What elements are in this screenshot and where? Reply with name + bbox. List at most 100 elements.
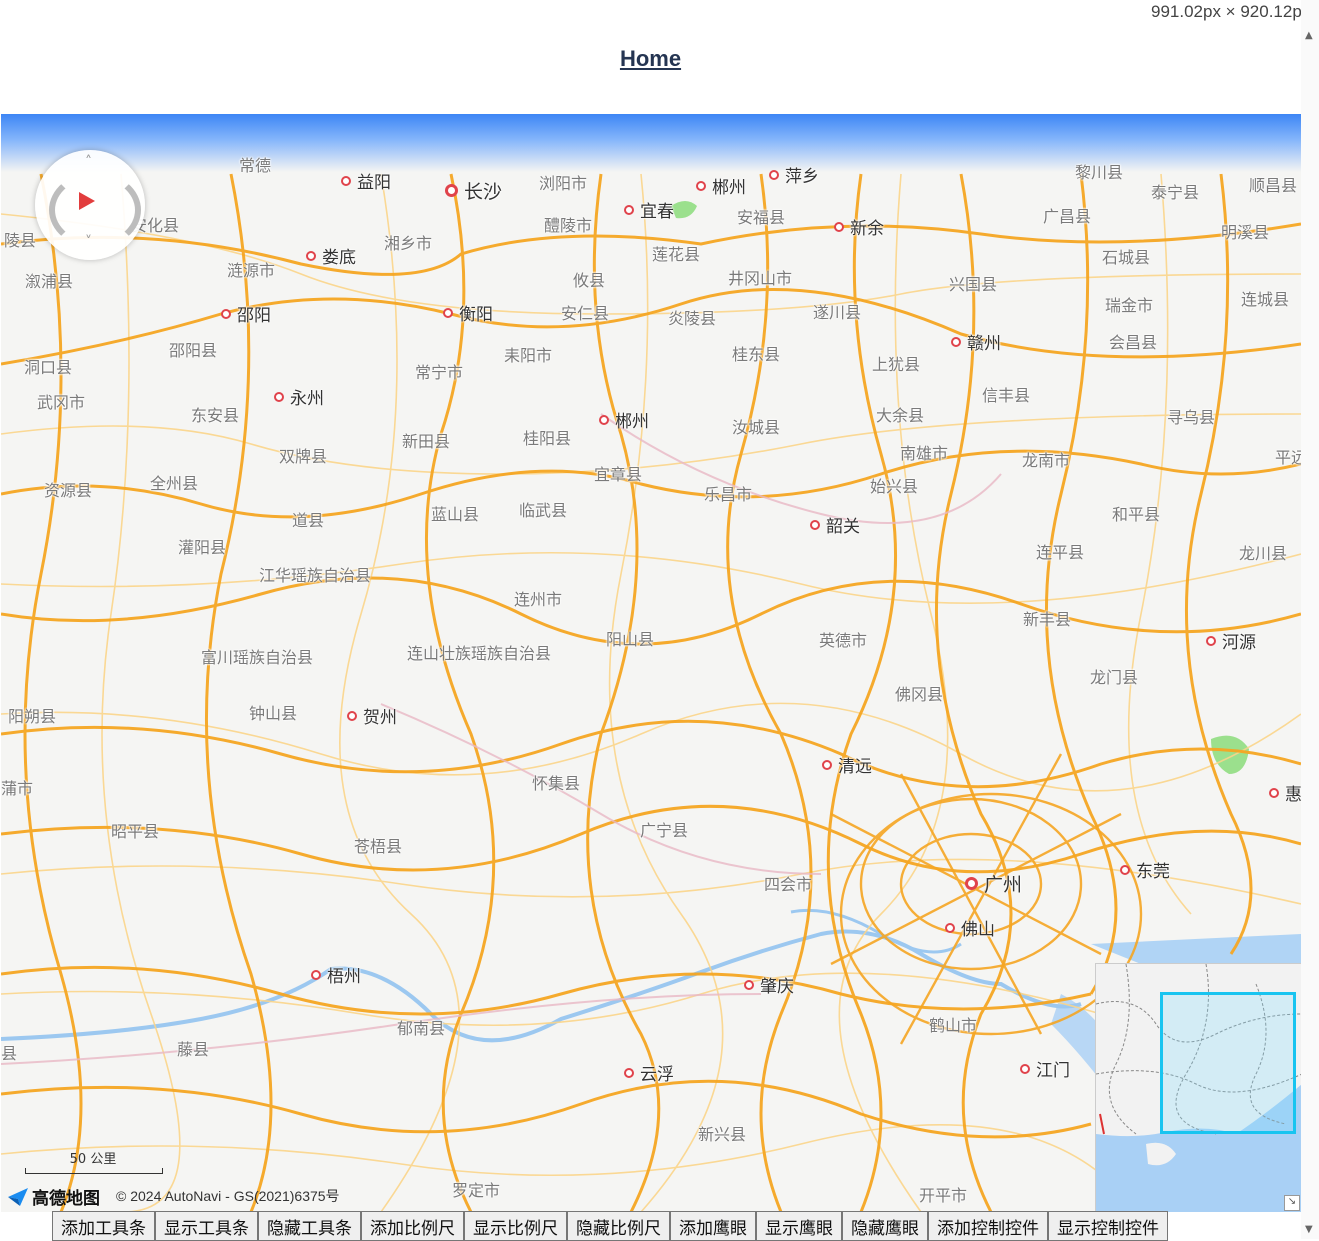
map-copyright: © 2024 AutoNavi - GS(2021)6375号	[116, 1188, 340, 1204]
add-scale-button[interactable]: 添加比例尺	[361, 1211, 464, 1241]
place-label: 明溪县	[1221, 223, 1270, 242]
place-label-city: 邵阳	[221, 301, 271, 326]
rotate-ring[interactable]	[49, 172, 141, 248]
add-toolbar-button[interactable]: 添加工具条	[52, 1211, 155, 1241]
place-label: 石城县	[1102, 248, 1151, 267]
place-label: 大余县	[876, 406, 925, 425]
city-dot-icon	[624, 205, 634, 215]
capital-dot-icon	[445, 184, 458, 197]
place-label: 新丰县	[1023, 610, 1072, 629]
overview-toggle-icon[interactable]: ↘	[1284, 1195, 1300, 1211]
place-label: 陵县	[4, 231, 37, 250]
place-label: 武冈市	[37, 393, 86, 412]
place-label: 溆浦县	[25, 272, 74, 291]
place-label: 醴陵市	[544, 216, 593, 235]
city-dot-icon	[341, 176, 351, 186]
dimension-badge: 991.02px × 920.12px	[1151, 2, 1311, 21]
place-label-city: 云浮	[624, 1060, 674, 1085]
place-label: 耒阳市	[504, 346, 553, 365]
place-label: 井冈山市	[728, 269, 793, 288]
city-dot-icon	[311, 970, 321, 980]
place-label: 苍梧县	[354, 837, 403, 856]
vertical-scrollbar[interactable]: ▲ ▼	[1301, 0, 1319, 1239]
scroll-down-icon[interactable]: ▼	[1305, 1224, 1313, 1235]
place-label: 罗定市	[452, 1181, 501, 1200]
hide-toolbar-button[interactable]: 隐藏工具条	[258, 1211, 361, 1241]
place-label: 泰宁县	[1151, 183, 1200, 202]
place-label: 江华瑶族自治县	[259, 566, 372, 585]
place-label-capital: 广州	[965, 870, 1022, 897]
place-label: 昭平县	[111, 822, 160, 841]
place-label: 郁南县	[397, 1019, 446, 1038]
place-label: 常德	[239, 156, 272, 175]
scale-bar: 50 公里	[23, 1148, 163, 1176]
place-label: 灌阳县	[178, 538, 227, 557]
place-label: 广宁县	[640, 821, 689, 840]
place-label: 攸县	[573, 271, 606, 290]
show-control-button[interactable]: 显示控制控件	[1048, 1211, 1168, 1241]
place-label-city: 新余	[834, 214, 884, 239]
place-label: 兴国县	[949, 275, 998, 294]
place-label: 桂阳县	[523, 429, 572, 448]
place-label: 寻乌县	[1167, 408, 1216, 427]
place-label: 平远	[1275, 448, 1301, 467]
show-scale-button[interactable]: 显示比例尺	[464, 1211, 567, 1241]
place-label: 全州县	[150, 474, 199, 493]
place-label: 安福县	[737, 208, 786, 227]
map-container[interactable]: 常德 益阳 长沙 浏阳市 郴州 萍乡 黎川县 泰宁县 顺昌县 宜春 醴陵市 安福…	[1, 114, 1301, 1212]
overview-map[interactable]: ↘	[1095, 963, 1301, 1212]
place-label: 遂川县	[813, 303, 862, 322]
place-label-city: 江门	[1020, 1056, 1070, 1081]
show-toolbar-button[interactable]: 显示工具条	[155, 1211, 258, 1241]
place-label: 安仁县	[561, 304, 610, 323]
scroll-up-icon[interactable]: ▲	[1305, 30, 1313, 41]
add-overview-button[interactable]: 添加鹰眼	[670, 1211, 756, 1241]
chevron-down-icon[interactable]: ˅	[85, 234, 92, 250]
place-label-city: 赣州	[951, 329, 1001, 354]
place-label: 炎陵县	[668, 309, 717, 328]
place-label: 连平县	[1036, 543, 1085, 562]
place-label-city: 永州	[274, 384, 324, 409]
place-label: 上犹县	[872, 355, 921, 374]
place-label: 县	[1, 1044, 18, 1063]
place-label-city: 佛山	[945, 915, 995, 940]
place-label: 宜章县	[594, 465, 643, 484]
place-label: 黎川县	[1075, 163, 1124, 182]
place-label: 连城县	[1241, 290, 1290, 309]
chevron-up-icon[interactable]: ˄	[85, 154, 92, 170]
city-dot-icon	[951, 337, 961, 347]
place-label-city: 宜春	[624, 197, 674, 222]
amap-logo-icon	[8, 1187, 28, 1206]
hide-scale-button[interactable]: 隐藏比例尺	[567, 1211, 670, 1241]
place-label-city: 娄底	[306, 243, 356, 268]
amap-logo[interactable]: 高德地图	[7, 1184, 100, 1209]
place-label: 藤县	[177, 1040, 210, 1059]
add-control-button[interactable]: 添加控制控件	[928, 1211, 1048, 1241]
place-label: 广昌县	[1043, 207, 1092, 226]
place-label: 南雄市	[900, 444, 949, 463]
place-label: 鹤山市	[929, 1016, 978, 1035]
map-control-compass[interactable]: ˄ ˅	[35, 150, 145, 260]
place-label: 双牌县	[279, 447, 328, 466]
amap-logo-text: 高德地图	[32, 1189, 100, 1209]
place-label-city: 肇庆	[744, 972, 794, 997]
place-label: 始兴县	[870, 477, 919, 496]
city-dot-icon	[945, 923, 955, 933]
place-label: 英德市	[819, 631, 868, 650]
hide-overview-button[interactable]: 隐藏鹰眼	[842, 1211, 928, 1241]
place-label: 富川瑶族自治县	[201, 648, 314, 667]
place-label-city: 郴州	[599, 407, 649, 432]
place-label: 钟山县	[249, 704, 298, 723]
place-label: 信丰县	[982, 386, 1031, 405]
place-label: 和平县	[1112, 505, 1161, 524]
home-link[interactable]: Home	[620, 46, 681, 71]
overview-viewport-frame[interactable]	[1160, 992, 1296, 1134]
place-label: 蓝山县	[431, 505, 480, 524]
place-label-city: 清远	[822, 752, 872, 777]
place-label: 新兴县	[698, 1125, 747, 1144]
place-label: 阳山县	[606, 630, 655, 649]
city-dot-icon	[1206, 636, 1216, 646]
city-dot-icon	[769, 170, 779, 180]
show-overview-button[interactable]: 显示鹰眼	[756, 1211, 842, 1241]
place-label: 龙南市	[1022, 451, 1071, 470]
